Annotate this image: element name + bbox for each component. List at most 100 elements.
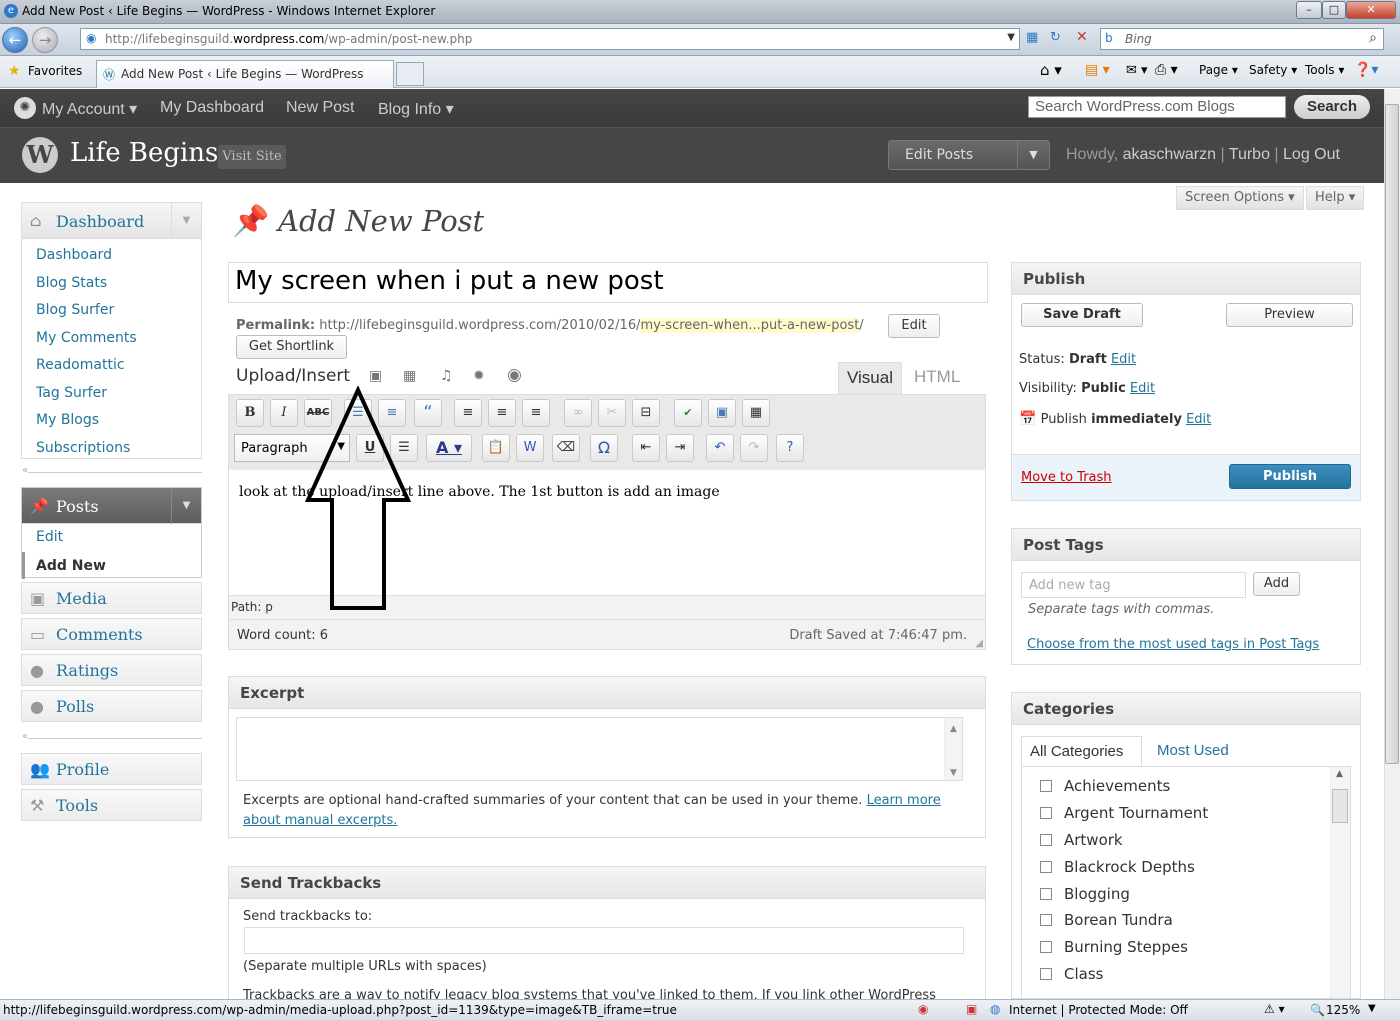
safety-menu[interactable]: Safety ▾ [1249, 63, 1297, 77]
menu-ratings[interactable]: ● Ratings [21, 654, 202, 686]
tab-visual[interactable]: Visual [838, 362, 902, 394]
excerpt-textarea[interactable]: ▲ ▼ [236, 717, 963, 781]
category-checkbox[interactable] [1040, 861, 1052, 873]
help-icon[interactable]: ❓▾ [1354, 62, 1378, 78]
link-icon[interactable]: ∞ [564, 399, 592, 427]
category-checkbox[interactable] [1040, 941, 1052, 953]
category-item[interactable]: Blackrock Depths [1040, 858, 1195, 876]
menu-separator[interactable]: « [22, 731, 202, 742]
trackbacks-title[interactable]: Send Trackbacks [229, 867, 985, 899]
my-dashboard-link[interactable]: My Dashboard [160, 99, 264, 117]
fullscreen-icon[interactable]: ▣ [708, 399, 736, 427]
category-item[interactable]: Burning Steppes [1040, 938, 1188, 956]
paste-word-icon[interactable]: W [516, 434, 544, 462]
close-window-button[interactable]: ✕ [1346, 1, 1396, 19]
edit-schedule-link[interactable]: Edit [1186, 412, 1211, 427]
special-char-icon[interactable]: Ω [590, 434, 618, 462]
submenu-readomattic[interactable]: Readomattic [22, 351, 201, 379]
menu-dashboard[interactable]: ⌂ Dashboard ▼ [22, 203, 201, 239]
category-checkbox[interactable] [1040, 807, 1052, 819]
menu-toggle-icon[interactable]: ▼ [171, 203, 201, 239]
menu-comments[interactable]: ▭ Comments [21, 618, 202, 650]
add-audio-icon[interactable]: ♫ [440, 368, 453, 384]
tools-menu[interactable]: Tools ▾ [1305, 63, 1344, 77]
submenu-subscriptions[interactable]: Subscriptions [22, 434, 201, 462]
menu-toggle-icon[interactable]: ▼ [171, 488, 201, 524]
tab-most-used[interactable]: Most Used [1157, 742, 1229, 759]
wp-search-button[interactable]: Search [1294, 95, 1370, 119]
menu-media[interactable]: ▣ Media [21, 582, 202, 614]
forward-arrow-icon[interactable]: → [32, 27, 58, 53]
publish-button[interactable]: Publish [1229, 464, 1351, 489]
wp-search-input[interactable]: Search WordPress.com Blogs [1028, 96, 1286, 118]
category-item[interactable]: Achievements [1040, 777, 1170, 795]
submenu-blog-stats[interactable]: Blog Stats [22, 269, 201, 297]
editor-help-icon[interactable]: ? [776, 434, 804, 462]
scroll-up-icon[interactable]: ▲ [1336, 769, 1343, 779]
post-title-input[interactable]: My screen when i put a new post [228, 262, 988, 303]
page-menu[interactable]: Page ▾ [1199, 63, 1238, 77]
help-button[interactable]: Help ▾ [1306, 186, 1365, 210]
resize-handle-icon[interactable]: ◢ [975, 638, 983, 649]
edit-visibility-link[interactable]: Edit [1130, 381, 1155, 396]
align-right-icon[interactable]: ≡ [522, 399, 550, 427]
align-left-icon[interactable]: ≡ [454, 399, 482, 427]
move-to-trash-link[interactable]: Move to Trash [1021, 470, 1112, 485]
save-draft-button[interactable]: Save Draft [1021, 303, 1143, 327]
category-item[interactable]: Artwork [1040, 831, 1123, 849]
redo-icon[interactable]: ↷ [740, 434, 768, 462]
username-link[interactable]: akaschwarzn [1123, 146, 1216, 163]
align-center-icon[interactable]: ≡ [488, 399, 516, 427]
preview-button[interactable]: Preview [1226, 303, 1353, 327]
category-checkbox[interactable] [1040, 888, 1052, 900]
paste-text-icon[interactable]: 📋 [482, 434, 510, 462]
category-item[interactable]: Class [1040, 965, 1103, 983]
undo-icon[interactable]: ↶ [706, 434, 734, 462]
publish-title[interactable]: Publish [1012, 263, 1360, 295]
italic-button[interactable]: I [270, 399, 298, 427]
visit-site-button[interactable]: Visit Site [218, 145, 286, 169]
edit-status-link[interactable]: Edit [1111, 352, 1136, 367]
minimize-button[interactable]: – [1296, 1, 1322, 19]
submenu-tag-surfer[interactable]: Tag Surfer [22, 379, 201, 407]
screen-options-button[interactable]: Screen Options ▾ [1176, 186, 1304, 210]
edit-permalink-button[interactable]: Edit [888, 314, 940, 338]
category-checkbox[interactable] [1040, 834, 1052, 846]
category-checkbox[interactable] [1040, 780, 1052, 792]
back-arrow-icon[interactable]: ← [2, 27, 28, 53]
tab-all-categories[interactable]: All Categories [1021, 736, 1142, 766]
zoom-dropdown-icon[interactable]: ▼ [1368, 1003, 1376, 1014]
kitchen-sink-icon[interactable]: ▦ [742, 399, 770, 427]
category-item[interactable]: Blogging [1040, 885, 1130, 903]
add-poll-icon[interactable]: ◉ [507, 365, 522, 385]
category-checkbox[interactable] [1040, 914, 1052, 926]
add-tag-input[interactable]: Add new tag [1021, 572, 1246, 598]
search-box[interactable]: b Bing ⌕ [1100, 28, 1384, 50]
home-icon[interactable]: ⌂ ▾ [1040, 61, 1062, 79]
print-icon[interactable]: ⎙ ▾ [1155, 62, 1178, 78]
add-video-icon[interactable]: ▦ [403, 368, 416, 384]
security-icon[interactable]: ⚠ ▾ [1264, 1002, 1285, 1016]
feeds-icon[interactable]: ▤ ▾ [1085, 62, 1110, 78]
excerpt-title[interactable]: Excerpt [229, 677, 985, 709]
text-color-button[interactable]: A ▾ [426, 434, 472, 462]
tab-html[interactable]: HTML [906, 362, 968, 394]
indent-icon[interactable]: ⇥ [666, 434, 694, 462]
refresh-icon[interactable]: ↻ [1050, 30, 1061, 45]
add-tag-button[interactable]: Add [1253, 572, 1300, 596]
category-item[interactable]: Argent Tournament [1040, 804, 1208, 822]
browser-tab[interactable]: Ⓦ Add New Post ‹ Life Begins — WordPress [96, 60, 394, 88]
spellcheck-icon[interactable]: ✔ [674, 399, 702, 427]
maximize-button[interactable]: □ [1322, 1, 1346, 19]
scrollbar[interactable]: ▲ ▼ [944, 718, 962, 780]
menu-posts[interactable]: 📌 Posts ▼ [22, 488, 201, 524]
new-post-link[interactable]: New Post [286, 99, 354, 117]
stop-icon[interactable]: ✕ [1076, 29, 1088, 45]
post-tags-title[interactable]: Post Tags [1012, 529, 1360, 561]
logout-link[interactable]: Log Out [1283, 146, 1340, 163]
search-icon[interactable]: ⌕ [1369, 30, 1377, 46]
submenu-add-new[interactable]: Add New [22, 551, 201, 579]
menu-polls[interactable]: ● Polls [21, 690, 202, 722]
category-item[interactable]: Borean Tundra [1040, 911, 1173, 929]
unlink-icon[interactable]: ✂ [598, 399, 626, 427]
